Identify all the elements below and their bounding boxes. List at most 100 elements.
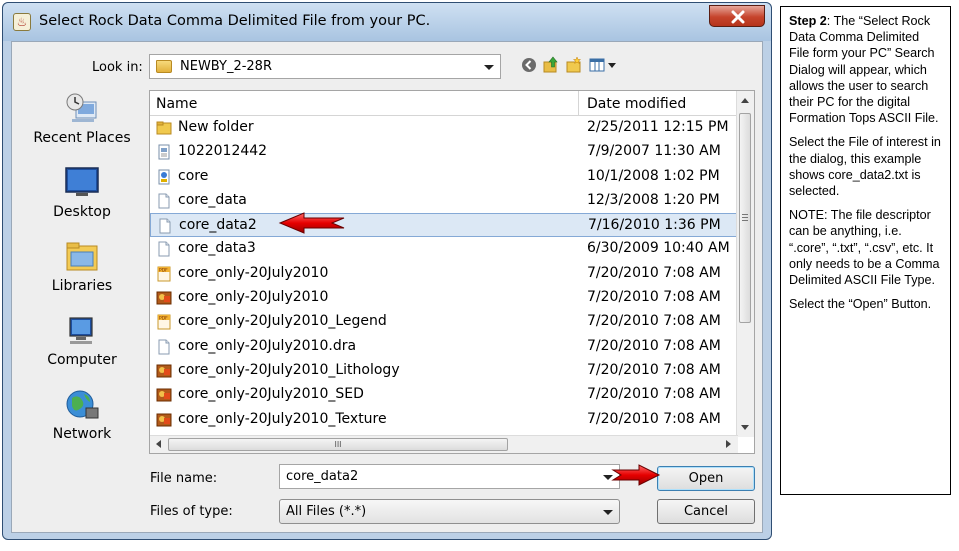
file-name-label: File name: [150,471,218,486]
column-divider[interactable] [578,91,579,115]
look-in-dropdown[interactable]: NEWBY_2-28R [149,54,501,79]
scroll-left-arrow-icon[interactable] [156,440,161,448]
column-header-name[interactable]: Name [156,96,197,112]
vertical-scroll-thumb[interactable] [739,113,751,323]
file-name-input[interactable]: core_data2 [279,464,620,489]
libraries-icon [66,242,98,271]
place-libraries[interactable]: Libraries [24,240,140,310]
place-computer[interactable]: Computer [24,314,140,384]
image-file-icon [156,364,172,378]
desktop-icon [65,167,99,196]
file-name: core_data [178,191,247,208]
file-dialog-window: ♨ Select Rock Data Comma Delimited File … [2,2,772,540]
place-network[interactable]: Network [24,388,140,458]
svg-text:PDF: PDF [159,267,168,273]
file-row[interactable]: core_data3 6/30/2009 10:40 AM [150,237,738,261]
view-menu-icon[interactable] [589,56,619,74]
note-paragraph-descriptor: NOTE: The file descriptor can be anythin… [789,208,940,288]
chevron-down-icon [484,65,494,70]
recent-places-icon [66,93,97,122]
back-icon[interactable] [520,56,538,74]
file-icon [158,193,170,209]
column-header-date-modified[interactable]: Date modified [587,96,686,112]
file-name: core_data3 [178,240,256,257]
scroll-grip: III [334,440,342,449]
file-name-value: core_data2 [286,469,359,484]
file-row[interactable]: core_data 12/3/2008 1:20 PM [150,189,738,213]
window-title: Select Rock Data Comma Delimited File fr… [39,13,431,29]
file-list[interactable]: Name Date modified New folder 2/25/2011 1… [149,90,755,454]
file-row[interactable]: New folder 2/25/2011 12:15 PM [150,116,738,140]
file-row[interactable]: PDF core_only-20July2010_Legend 7/20/2010 … [150,310,738,334]
place-label: Libraries [51,278,113,294]
pdf-file-icon: PDF [157,314,171,330]
file-row[interactable]: core_only-20July2010_Lithology 7/20/2010 … [150,359,738,383]
up-folder-icon[interactable] [542,56,560,74]
place-label: Network [52,426,112,442]
file-rows: New folder 2/25/2011 12:15 PM 1022012442 7/… [150,116,738,432]
file-date-modified: 12/3/2008 1:20 PM [587,191,720,208]
file-date-modified: 7/20/2010 7:08 AM [587,386,721,403]
image-file-icon [156,291,172,305]
file-date-modified: 7/16/2010 1:36 PM [588,217,721,234]
new-folder-icon[interactable] [565,56,583,74]
file-date-modified: 7/20/2010 7:08 AM [587,361,721,378]
file-name: core_only-20July2010.dra [178,337,357,354]
java-app-icon: ♨ [13,13,31,31]
file-row[interactable]: core_data2 7/16/2010 1:36 PM [150,213,738,238]
instruction-note: Step 2: The “Select Rock Data Comma Deli… [780,6,951,495]
horizontal-scrollbar[interactable]: III [150,435,738,453]
scroll-right-arrow-icon[interactable] [726,440,731,448]
pdf-file-icon: PDF [157,266,171,282]
file-name: core [178,167,209,184]
file-icon [158,241,170,257]
files-of-type-value: All Files (*.*) [286,504,367,519]
note-step-label: Step 2 [789,14,827,28]
file-row[interactable]: core_only-20July2010.dra 7/20/2010 7:08 A… [150,335,738,359]
file-date-modified: 6/30/2009 10:40 AM [587,240,730,257]
close-button[interactable] [709,5,765,27]
file-name: New folder [178,119,254,135]
svg-text:PDF: PDF [159,316,168,322]
place-label: Desktop [53,204,111,220]
chevron-down-icon [603,510,613,515]
file-name: core_only-20July2010 [178,289,329,306]
annotation-arrow-open-button [611,464,661,486]
file-name: core_only-20July2010_SED [178,386,364,403]
file-name: core_only-20July2010 [178,264,329,281]
dialog-client-area: Look in: NEWBY_2-28R Recent Places Deskt… [11,41,763,533]
open-button[interactable]: Open [657,466,755,491]
files-of-type-dropdown[interactable]: All Files (*.*) [279,499,620,524]
file-row[interactable]: core_only-20July2010_Texture 7/20/2010 7:… [150,408,738,432]
title-bar[interactable]: ♨ Select Rock Data Comma Delimited File … [3,3,771,41]
file-date-modified: 7/20/2010 7:08 AM [587,410,721,427]
place-recent-places[interactable]: Recent Places [24,92,140,162]
annotation-arrow-selected-file [278,212,345,234]
file-date-modified: 7/20/2010 7:08 AM [587,337,721,354]
scroll-up-arrow-icon[interactable] [741,98,749,103]
file-date-modified: 7/20/2010 7:08 AM [587,289,721,306]
scroll-down-arrow-icon[interactable] [741,425,749,430]
folder-icon [156,60,172,73]
file-icon [159,218,171,234]
place-desktop[interactable]: Desktop [24,166,140,236]
file-row[interactable]: core_only-20July2010_SED 7/20/2010 7:08 A… [150,383,738,407]
cancel-button[interactable]: Cancel [657,499,755,524]
file-icon [158,339,170,355]
horizontal-scroll-thumb[interactable]: III [168,438,508,451]
file-row[interactable]: core 10/1/2008 1:02 PM [150,165,738,189]
note-step-text: : The “Select Rock Data Comma Delimited … [789,14,939,126]
file-date-modified: 10/1/2008 1:02 PM [587,167,720,184]
text-file-icon [158,144,170,160]
file-row[interactable]: core_only-20July2010 7/20/2010 7:08 AM [150,286,738,310]
vertical-scrollbar[interactable] [736,91,754,437]
file-list-header: Name Date modified [150,91,738,116]
network-icon [66,390,99,419]
file-row[interactable]: PDF core_only-20July2010 7/20/2010 7:08 AM [150,262,738,286]
app-file-icon [158,169,170,185]
place-label: Computer [47,352,117,368]
note-paragraph-select: Select the File of interest in the dialo… [789,135,941,199]
file-name: core_only-20July2010_Texture [178,410,387,427]
file-date-modified: 7/20/2010 7:08 AM [587,313,721,330]
file-row[interactable]: 1022012442 7/9/2007 11:30 AM [150,140,738,164]
